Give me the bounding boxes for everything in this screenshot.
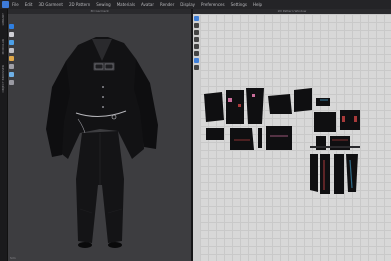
menu-file[interactable]: File — [12, 0, 19, 9]
menu-render[interactable]: Render — [160, 0, 174, 9]
menu-display[interactable]: Display — [180, 0, 195, 9]
measure-icon[interactable] — [9, 56, 14, 61]
edit-point-icon[interactable] — [194, 23, 199, 28]
pattern-piece[interactable] — [246, 88, 264, 124]
fold-icon[interactable] — [9, 80, 14, 85]
menu-sewing[interactable]: Sewing — [96, 0, 110, 9]
pattern-piece[interactable] — [266, 126, 292, 150]
pattern-pieces[interactable] — [200, 80, 380, 200]
menu-settings[interactable]: Settings — [231, 0, 247, 9]
pattern-piece[interactable] — [258, 128, 262, 148]
pattern-marker — [354, 116, 357, 122]
circle-icon[interactable] — [194, 44, 199, 49]
transform-icon[interactable] — [9, 32, 14, 37]
menu-help[interactable]: Help — [253, 0, 262, 9]
internal-line-icon[interactable] — [194, 51, 199, 56]
seam-icon[interactable] — [194, 58, 199, 63]
menu-materials[interactable]: Materials — [117, 0, 135, 9]
tab-object-browser[interactable]: OBJECT BROWSER — [1, 65, 5, 92]
pattern-piece[interactable] — [230, 128, 254, 150]
select-pattern-icon[interactable] — [194, 16, 199, 21]
menu-edit[interactable]: Edit — [25, 0, 33, 9]
menu-3d-garment[interactable]: 3D Garment — [38, 0, 62, 9]
menu-bar: File Edit 3D Garment 2D Pattern Sewing M… — [0, 0, 391, 9]
pattern-piece[interactable] — [320, 154, 330, 194]
3d-toolbar — [8, 24, 15, 144]
status-bar: Sim — [10, 256, 16, 260]
pattern-piece[interactable] — [314, 112, 336, 132]
pattern-piece[interactable] — [316, 98, 330, 106]
layer-icon[interactable] — [9, 72, 14, 77]
pattern-piece[interactable] — [226, 90, 244, 124]
pattern-marker — [228, 98, 232, 102]
pattern-waistband[interactable] — [310, 146, 360, 148]
menu-2d-pattern[interactable]: 2D Pattern — [69, 0, 90, 9]
pattern-piece[interactable] — [334, 154, 344, 194]
trace-icon[interactable] — [194, 65, 199, 70]
pattern-piece[interactable] — [206, 128, 224, 140]
left-tab-strip: LIBRARY MODULAR OBJECT BROWSER — [0, 9, 8, 261]
rectangle-icon[interactable] — [194, 37, 199, 42]
select-icon[interactable] — [9, 24, 14, 29]
menu-avatar[interactable]: Avatar — [141, 0, 154, 9]
menu-preferences[interactable]: Preferences — [201, 0, 225, 9]
app-logo-icon[interactable] — [2, 1, 9, 8]
pin-icon[interactable] — [9, 40, 14, 45]
pattern-marker — [238, 104, 241, 107]
tack-icon[interactable] — [9, 48, 14, 53]
3d-viewport[interactable]: 3D Garment — [8, 9, 191, 261]
pattern-marker — [252, 94, 255, 97]
tab-library[interactable]: LIBRARY — [1, 13, 5, 25]
2d-toolbar — [193, 14, 200, 261]
pattern-piece[interactable] — [310, 154, 318, 192]
garment-3d-render[interactable] — [8, 9, 191, 261]
brush-icon[interactable] — [9, 64, 14, 69]
pattern-marker — [342, 116, 345, 122]
polygon-icon[interactable] — [194, 30, 199, 35]
tab-modular[interactable]: MODULAR — [1, 39, 5, 54]
pattern-piece[interactable] — [294, 88, 312, 112]
pattern-piece[interactable] — [268, 94, 292, 114]
pattern-piece[interactable] — [204, 92, 224, 122]
